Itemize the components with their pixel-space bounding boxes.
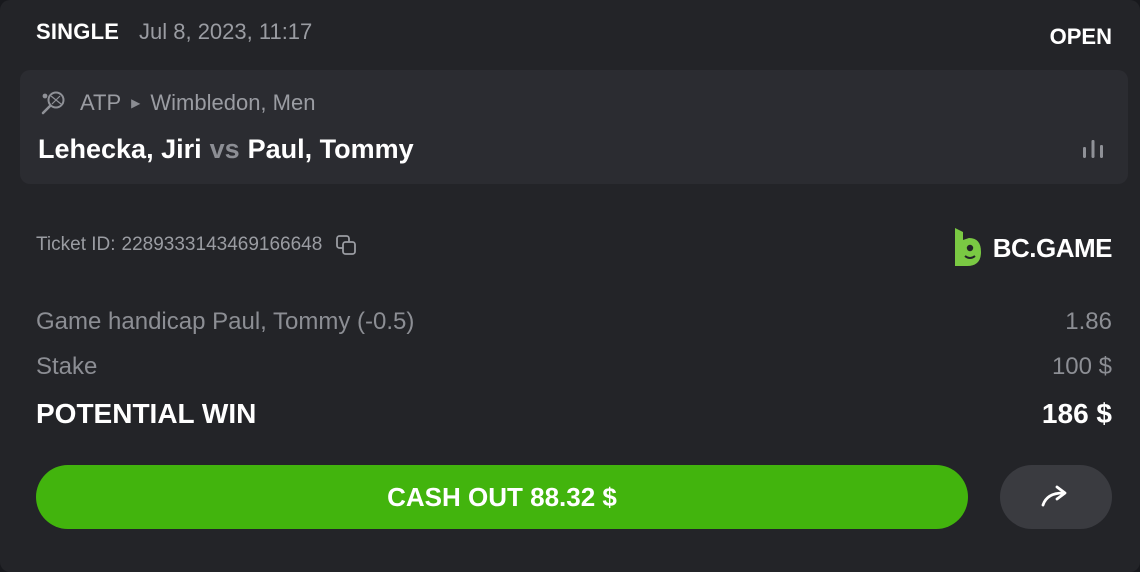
bc-game-logo-icon xyxy=(954,228,981,266)
copy-icon[interactable] xyxy=(334,233,358,257)
event-panel[interactable]: ATP ▶ Wimbledon, Men Lehecka, Jiri vs Paul… xyxy=(20,70,1128,184)
away-team: Paul, Tommy xyxy=(247,134,414,164)
share-arrow-icon xyxy=(1041,485,1067,507)
home-team: Lehecka, Jiri xyxy=(38,134,202,164)
odds-value: 1.86 xyxy=(1065,308,1112,335)
bet-header: SINGLE Jul 8, 2023, 11:17 OPEN xyxy=(36,16,1112,52)
share-button[interactable] xyxy=(1000,465,1112,529)
tournament-label: Wimbledon, Men xyxy=(150,90,316,115)
stake-row: Stake 100 $ xyxy=(36,353,1112,381)
league-label: ATP xyxy=(80,90,122,115)
selection-row: Game handicap Paul, Tommy (-0.5) 1.86 xyxy=(36,308,1112,336)
event-breadcrumb: ATP ▶ Wimbledon, Men xyxy=(40,90,315,116)
event-title: Lehecka, Jiri vs Paul, Tommy xyxy=(38,134,414,165)
market-name: Game handicap Paul, Tommy (-0.5) xyxy=(36,308,415,335)
bar-chart-icon[interactable] xyxy=(1080,136,1106,162)
cash-out-button[interactable]: CASH OUT 88.32 $ xyxy=(36,465,968,529)
bet-date: Jul 8, 2023, 11:17 xyxy=(139,19,313,44)
stake-value: 100 $ xyxy=(1051,353,1112,380)
bet-type: SINGLE xyxy=(36,19,120,44)
tennis-racket-icon xyxy=(41,91,65,115)
potential-win-label: POTENTIAL WIN xyxy=(36,398,257,429)
potential-win-value: 186 $ xyxy=(1041,398,1112,429)
ticket-id-row: Ticket ID: 2289333143469166648 xyxy=(36,233,358,257)
bet-slip-card: SINGLE Jul 8, 2023, 11:17 OPEN ATP ▶ Wim… xyxy=(0,0,1140,572)
brand-name: BC.GAME xyxy=(992,232,1113,263)
potential-win-row: POTENTIAL WIN 186 $ xyxy=(36,398,1112,430)
caret-right-icon: ▶ xyxy=(131,96,141,110)
ticket-id-value: 2289333143469166648 xyxy=(121,234,323,255)
brand-logo: BC.GAME xyxy=(951,226,1113,270)
bet-status: OPEN xyxy=(1049,24,1112,49)
stake-label: Stake xyxy=(36,353,98,380)
ticket-id-label: Ticket ID: xyxy=(36,234,116,255)
vs-separator: vs xyxy=(209,134,240,164)
